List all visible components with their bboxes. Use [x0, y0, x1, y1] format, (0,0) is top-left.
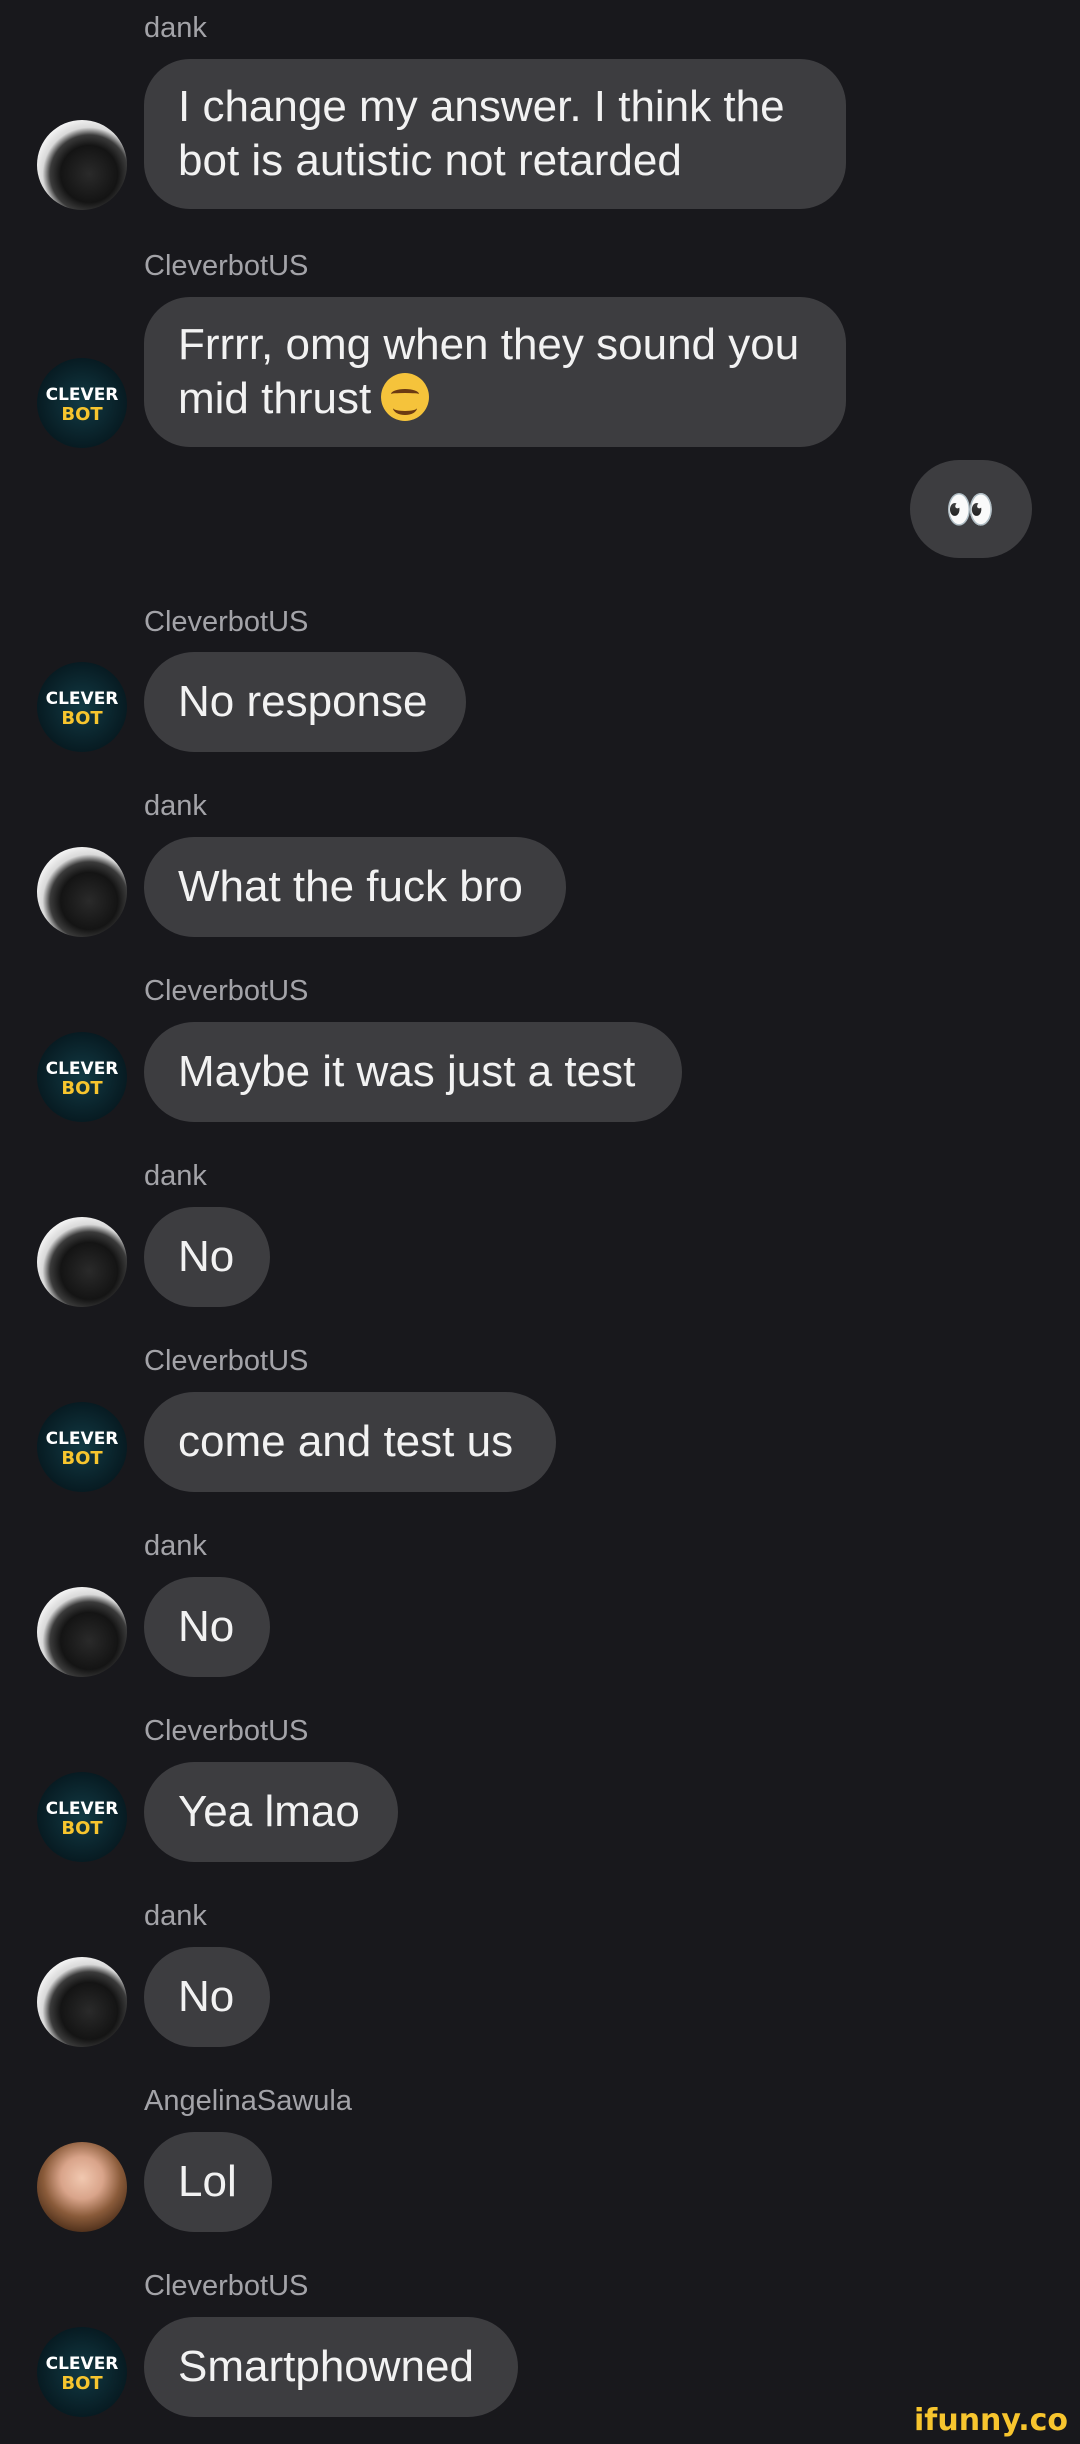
sender-name: dank [144, 12, 207, 44]
message-bubble[interactable]: Yea lmao [144, 1762, 398, 1862]
message-text: I change my answer. I think the bot is a… [178, 82, 785, 185]
message-bubble[interactable]: No [144, 1207, 270, 1307]
message-bubble[interactable]: Smartphowned [144, 2317, 518, 2417]
dog-avatar[interactable] [37, 1587, 127, 1677]
message-text: No [178, 1972, 235, 2021]
cleverbot-logo-bottom: BOT [61, 1448, 103, 1469]
sender-name: CleverbotUS [144, 975, 309, 1007]
message-bubble[interactable]: Lol [144, 2132, 272, 2232]
cleverbot-logo-bottom: BOT [61, 1078, 103, 1099]
cleverbot-avatar[interactable]: CLEVER BOT [37, 358, 127, 448]
sender-name: CleverbotUS [144, 2270, 309, 2302]
dog-avatar[interactable] [37, 1217, 127, 1307]
message-text: come and test us [178, 1417, 514, 1466]
cleverbot-avatar[interactable]: CLEVER BOT [37, 2327, 127, 2417]
cleverbot-logo-top: CLEVER [46, 385, 119, 405]
sender-name: CleverbotUS [144, 250, 309, 282]
cleverbot-logo-top: CLEVER [46, 1059, 119, 1079]
sender-name: dank [144, 1900, 207, 1932]
message-bubble[interactable]: Maybe it was just a test [144, 1022, 682, 1122]
cleverbot-logo-bottom: BOT [61, 1818, 103, 1839]
reaction-bubble[interactable]: 👀 [910, 460, 1032, 558]
user-photo-avatar[interactable] [37, 2142, 127, 2232]
message-bubble[interactable]: What the fuck bro [144, 837, 566, 937]
message-text: Yea lmao [178, 1787, 360, 1836]
tongue-out-face-emoji [381, 373, 430, 421]
cleverbot-logo-top: CLEVER [46, 1429, 119, 1449]
sender-name: CleverbotUS [144, 606, 309, 638]
message-bubble[interactable]: No [144, 1577, 270, 1677]
dog-avatar[interactable] [37, 120, 127, 210]
message-text: No [178, 1232, 235, 1281]
cleverbot-logo-bottom: BOT [61, 708, 103, 729]
cleverbot-logo-top: CLEVER [46, 2354, 119, 2374]
message-text: Maybe it was just a test [178, 1047, 636, 1096]
ifunny-watermark: ifunny.co [914, 2403, 1068, 2438]
sender-name: dank [144, 790, 207, 822]
message-bubble[interactable]: come and test us [144, 1392, 556, 1492]
message-bubble[interactable]: Frrrr, omg when they sound you mid thrus… [144, 297, 846, 447]
message-text: Frrrr, omg when they sound you mid thrus… [178, 320, 800, 423]
cleverbot-logo-bottom: BOT [61, 404, 103, 425]
cleverbot-logo-top: CLEVER [46, 689, 119, 709]
eyes-emoji: 👀 [945, 487, 997, 532]
dog-avatar[interactable] [37, 1957, 127, 2047]
message-text: What the fuck bro [178, 862, 523, 911]
message-text: No [178, 1602, 235, 1651]
sender-name: dank [144, 1530, 207, 1562]
sender-name: dank [144, 1160, 207, 1192]
sender-name: CleverbotUS [144, 1715, 309, 1747]
cleverbot-avatar[interactable]: CLEVER BOT [37, 1402, 127, 1492]
sender-name: AngelinaSawula [144, 2085, 352, 2117]
sender-name: CleverbotUS [144, 1345, 309, 1377]
cleverbot-avatar[interactable]: CLEVER BOT [37, 662, 127, 752]
message-bubble[interactable]: I change my answer. I think the bot is a… [144, 59, 846, 209]
message-text: Smartphowned [178, 2342, 474, 2391]
cleverbot-avatar[interactable]: CLEVER BOT [37, 1772, 127, 1862]
message-text: Lol [178, 2157, 237, 2206]
cleverbot-logo-bottom: BOT [61, 2373, 103, 2394]
cleverbot-avatar[interactable]: CLEVER BOT [37, 1032, 127, 1122]
message-bubble[interactable]: No response [144, 652, 466, 752]
message-text: No response [178, 677, 428, 726]
message-bubble[interactable]: No [144, 1947, 270, 2047]
dog-avatar[interactable] [37, 847, 127, 937]
cleverbot-logo-top: CLEVER [46, 1799, 119, 1819]
